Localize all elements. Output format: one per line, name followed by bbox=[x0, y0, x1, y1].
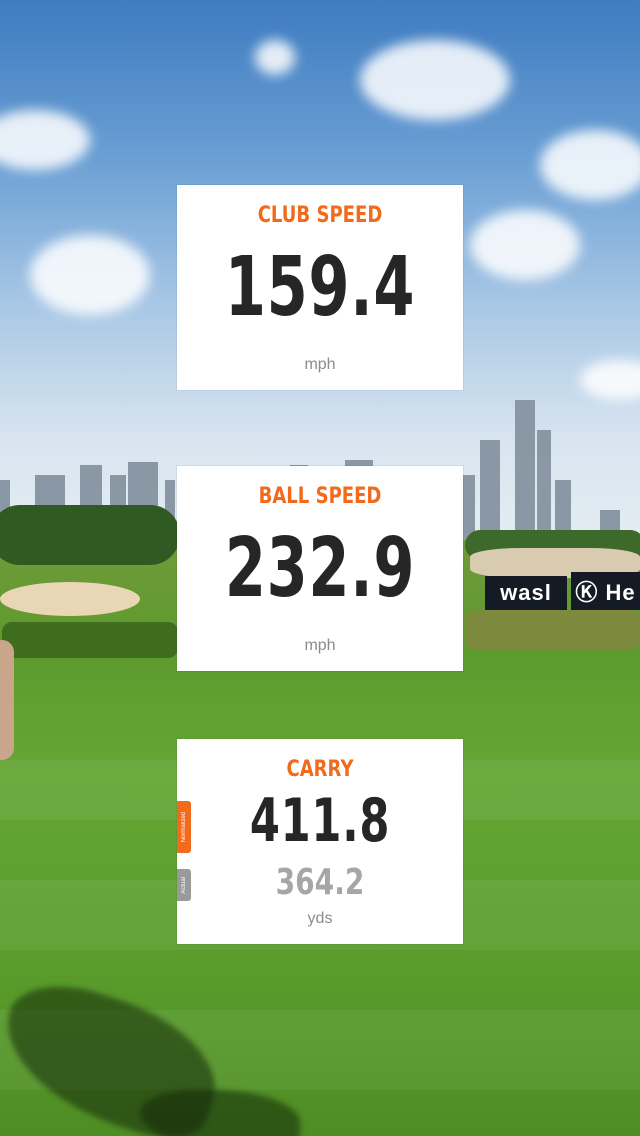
cloud bbox=[360, 40, 510, 120]
actual-tag: Actual bbox=[177, 869, 191, 901]
carry-card: CARRY Normalized Actual 411.8 364.2 yds bbox=[177, 739, 463, 944]
club-speed-value: 159.4 bbox=[224, 240, 416, 335]
sponsor-sign: wasl bbox=[485, 576, 567, 610]
club-speed-label: CLUB SPEED bbox=[257, 203, 383, 228]
player-arm bbox=[0, 640, 14, 760]
normalized-tag: Normalized bbox=[177, 801, 191, 853]
club-speed-card: CLUB SPEED 159.4 mph bbox=[177, 185, 463, 390]
cloud bbox=[470, 210, 580, 280]
carry-label: CARRY bbox=[286, 757, 354, 782]
ball-speed-value: 232.9 bbox=[224, 521, 416, 616]
hedge bbox=[465, 610, 640, 650]
hedge bbox=[2, 622, 178, 658]
carry-normalized-value: 411.8 bbox=[249, 786, 391, 856]
sand-bunker bbox=[0, 582, 140, 616]
carry-actual-value: 364.2 bbox=[275, 862, 365, 903]
club-speed-unit: mph bbox=[304, 356, 336, 373]
cloud bbox=[540, 130, 640, 200]
cloud bbox=[30, 235, 150, 315]
ball-speed-unit: mph bbox=[304, 637, 336, 654]
sponsor-sign: Ⓚ He bbox=[571, 572, 640, 610]
carry-unit: yds bbox=[307, 910, 333, 927]
tree-line bbox=[0, 505, 180, 565]
ball-speed-card: BALL SPEED 232.9 mph bbox=[177, 466, 463, 671]
ball-speed-label: BALL SPEED bbox=[258, 484, 382, 509]
cloud bbox=[255, 40, 295, 75]
